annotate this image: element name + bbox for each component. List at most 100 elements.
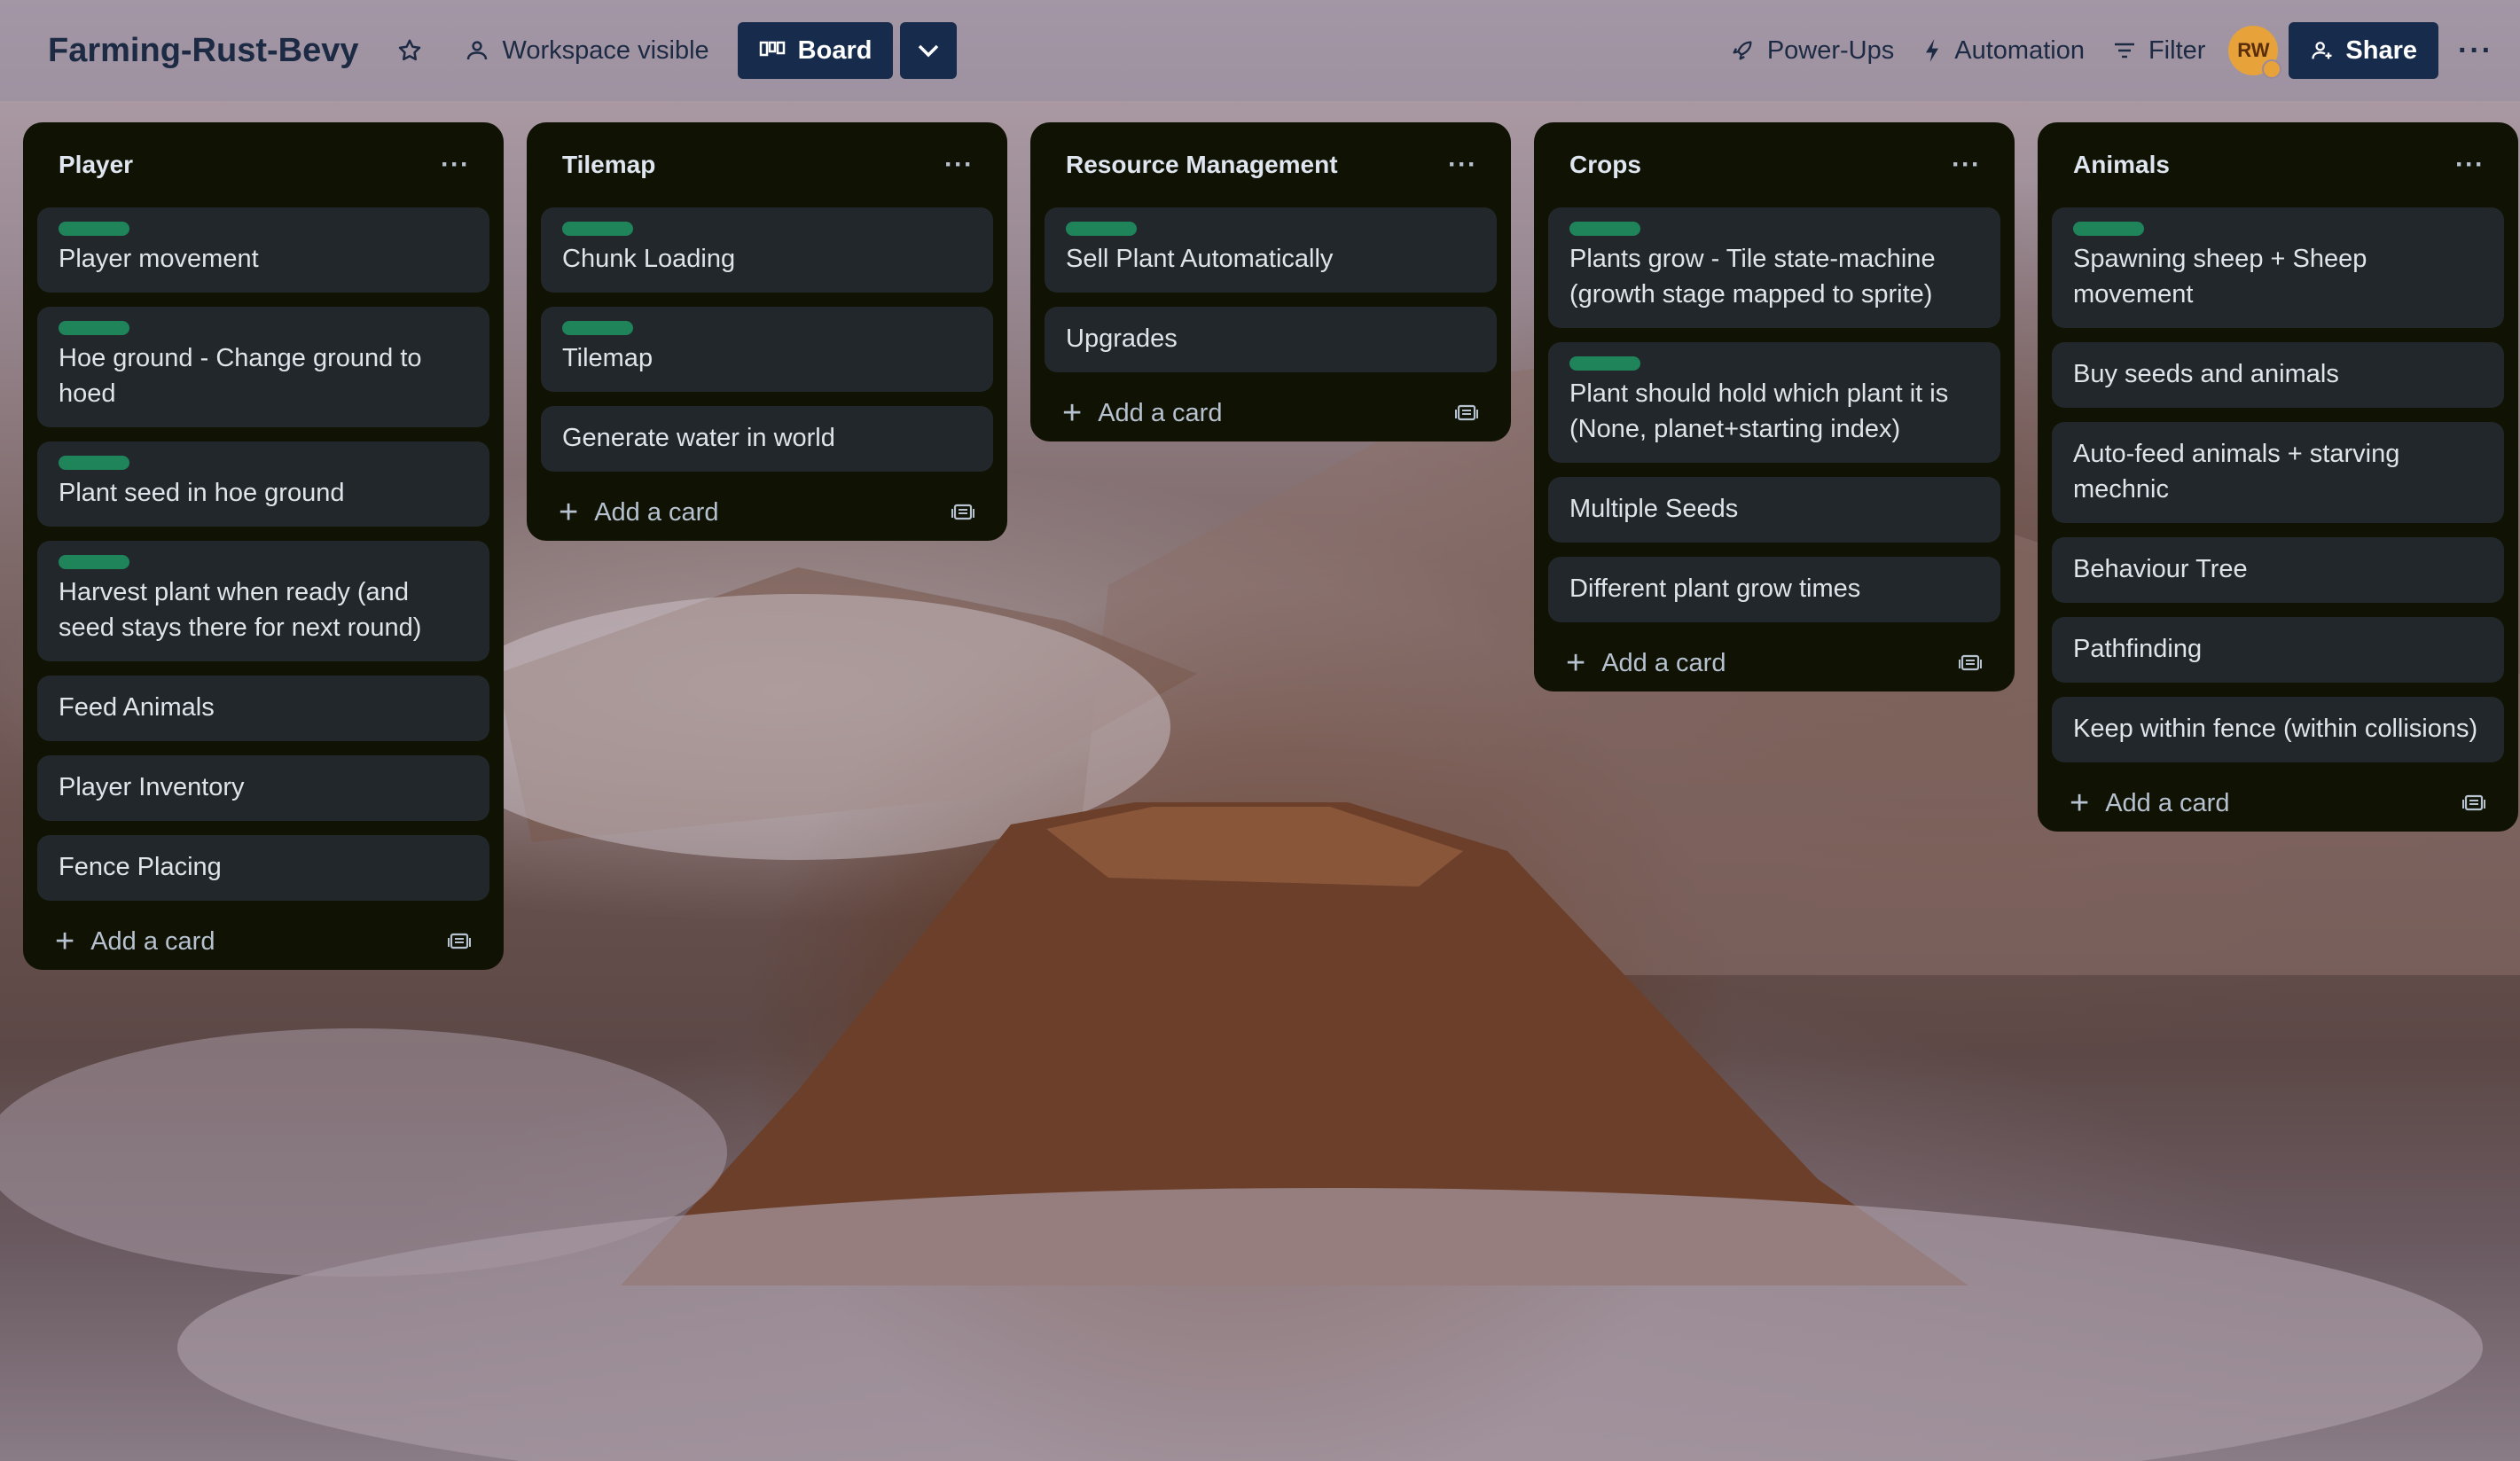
list-title[interactable]: Crops: [1569, 151, 1641, 179]
automation-button[interactable]: Automation: [1908, 23, 2099, 78]
card[interactable]: Spawning sheep + Sheep movement: [2052, 207, 2504, 328]
card[interactable]: Plant seed in hoe ground: [37, 441, 489, 527]
list-menu-icon[interactable]: ···: [2455, 150, 2485, 180]
card[interactable]: Upgrades: [1045, 307, 1497, 372]
rocket-icon: [1730, 38, 1755, 63]
card-title: Upgrades: [1066, 324, 1178, 353]
plus-icon: +: [2070, 785, 2090, 822]
add-person-icon: [2310, 38, 2335, 63]
add-card-button[interactable]: + Add a card: [55, 925, 215, 958]
card[interactable]: Multiple Seeds: [1548, 477, 2000, 543]
card-title: Tilemap: [562, 344, 653, 372]
admin-badge-icon: [2262, 59, 2282, 79]
plus-icon: +: [1062, 395, 1083, 432]
card[interactable]: Tilemap: [541, 307, 993, 392]
card-label-green[interactable]: [2073, 222, 2144, 236]
avatar[interactable]: RW: [2228, 26, 2282, 79]
card[interactable]: Player movement: [37, 207, 489, 293]
people-icon: [464, 37, 490, 64]
card-label-green[interactable]: [1569, 356, 1640, 371]
star-icon[interactable]: [396, 37, 423, 64]
add-card-row: + Add a card: [37, 913, 489, 970]
board-view-button[interactable]: Board: [737, 22, 894, 79]
list-menu-icon[interactable]: ···: [441, 150, 470, 180]
powerups-label: Power-Ups: [1766, 35, 1895, 65]
powerups-button[interactable]: Power-Ups: [1716, 23, 1908, 78]
list-title[interactable]: Animals: [2073, 151, 2170, 179]
card[interactable]: Plants grow - Tile state-machine (growth…: [1548, 207, 2000, 328]
card[interactable]: Fence Placing: [37, 835, 489, 901]
card-title: Behaviour Tree: [2073, 555, 2248, 583]
card[interactable]: Pathfinding: [2052, 617, 2504, 683]
card-title: Generate water in world: [562, 424, 835, 452]
board-title[interactable]: Farming-Rust-Bevy: [48, 32, 359, 70]
template-icon[interactable]: [2461, 792, 2486, 815]
add-card-label: Add a card: [594, 497, 719, 527]
card[interactable]: Different plant grow times: [1548, 557, 2000, 622]
card-title: Plant seed in hoe ground: [59, 479, 345, 507]
card-label-green[interactable]: [59, 321, 129, 335]
visibility-label: Workspace visible: [502, 35, 709, 65]
card-title: Hoe ground - Change ground to hoed: [59, 344, 422, 408]
card-title: Multiple Seeds: [1569, 495, 1739, 523]
view-switcher-button[interactable]: [900, 22, 958, 79]
card-label-green[interactable]: [59, 456, 129, 470]
share-label: Share: [2345, 35, 2418, 65]
filter-label: Filter: [2148, 35, 2206, 65]
card-label-green[interactable]: [59, 555, 129, 569]
card[interactable]: Harvest plant when ready (and seed stays…: [37, 541, 489, 661]
list-menu-icon[interactable]: ···: [944, 150, 974, 180]
add-card-button[interactable]: + Add a card: [559, 496, 718, 529]
list-tilemap: Tilemap ··· Chunk Loading Tilemap Genera…: [527, 122, 1007, 541]
card[interactable]: Keep within fence (within collisions): [2052, 697, 2504, 762]
card-label-green[interactable]: [59, 222, 129, 236]
plus-icon: +: [55, 923, 75, 960]
add-card-button[interactable]: + Add a card: [1062, 396, 1222, 430]
card-label-green[interactable]: [1569, 222, 1640, 236]
avatar-initials: RW: [2237, 39, 2270, 61]
list-player: Player ··· Player movement Hoe ground - …: [23, 122, 504, 970]
card[interactable]: Plant should hold which plant it is (Non…: [1548, 342, 2000, 463]
list-title[interactable]: Resource Management: [1066, 151, 1338, 179]
list-title[interactable]: Player: [59, 151, 133, 179]
filter-button[interactable]: Filter: [2099, 23, 2219, 78]
list-title[interactable]: Tilemap: [562, 151, 655, 179]
chevron-down-icon: [915, 42, 942, 59]
list-menu-icon[interactable]: ···: [1448, 150, 1477, 180]
card[interactable]: Buy seeds and animals: [2052, 342, 2504, 408]
template-icon[interactable]: [1454, 402, 1479, 425]
card-title: Sell Plant Automatically: [1066, 245, 1334, 273]
card[interactable]: Auto-feed animals + starving mechnic: [2052, 422, 2504, 523]
list-menu-icon[interactable]: ···: [1952, 150, 1981, 180]
workspace-visibility-button[interactable]: Workspace visible: [450, 23, 724, 78]
list-resource-management: Resource Management ··· Sell Plant Autom…: [1030, 122, 1511, 441]
card[interactable]: Generate water in world: [541, 406, 993, 472]
add-card-button[interactable]: + Add a card: [2070, 786, 2229, 820]
card[interactable]: Behaviour Tree: [2052, 537, 2504, 603]
template-icon[interactable]: [447, 930, 472, 953]
plus-icon: +: [559, 494, 579, 531]
card-title: Feed Animals: [59, 693, 215, 722]
add-card-row: + Add a card: [541, 484, 993, 541]
card-title: Keep within fence (within collisions): [2073, 715, 2478, 743]
template-icon[interactable]: [1958, 652, 1983, 675]
card[interactable]: Player Inventory: [37, 755, 489, 821]
card-label-green[interactable]: [562, 222, 633, 236]
card-label-green[interactable]: [1066, 222, 1137, 236]
card[interactable]: Feed Animals: [37, 676, 489, 741]
board-menu-icon[interactable]: ···: [2458, 34, 2493, 68]
list-header: Tilemap ···: [541, 122, 993, 207]
card[interactable]: Chunk Loading: [541, 207, 993, 293]
card-title: Player Inventory: [59, 773, 245, 801]
card-title: Fence Placing: [59, 853, 222, 881]
board-view-label: Board: [797, 35, 873, 65]
card-title: Plant should hold which plant it is (Non…: [1569, 379, 1949, 443]
card-label-green[interactable]: [562, 321, 633, 335]
add-card-row: + Add a card: [2052, 775, 2504, 832]
card[interactable]: Hoe ground - Change ground to hoed: [37, 307, 489, 427]
share-button[interactable]: Share: [2289, 22, 2439, 79]
add-card-button[interactable]: + Add a card: [1566, 646, 1726, 680]
add-card-row: + Add a card: [1548, 635, 2000, 691]
card[interactable]: Sell Plant Automatically: [1045, 207, 1497, 293]
template-icon[interactable]: [951, 501, 975, 524]
